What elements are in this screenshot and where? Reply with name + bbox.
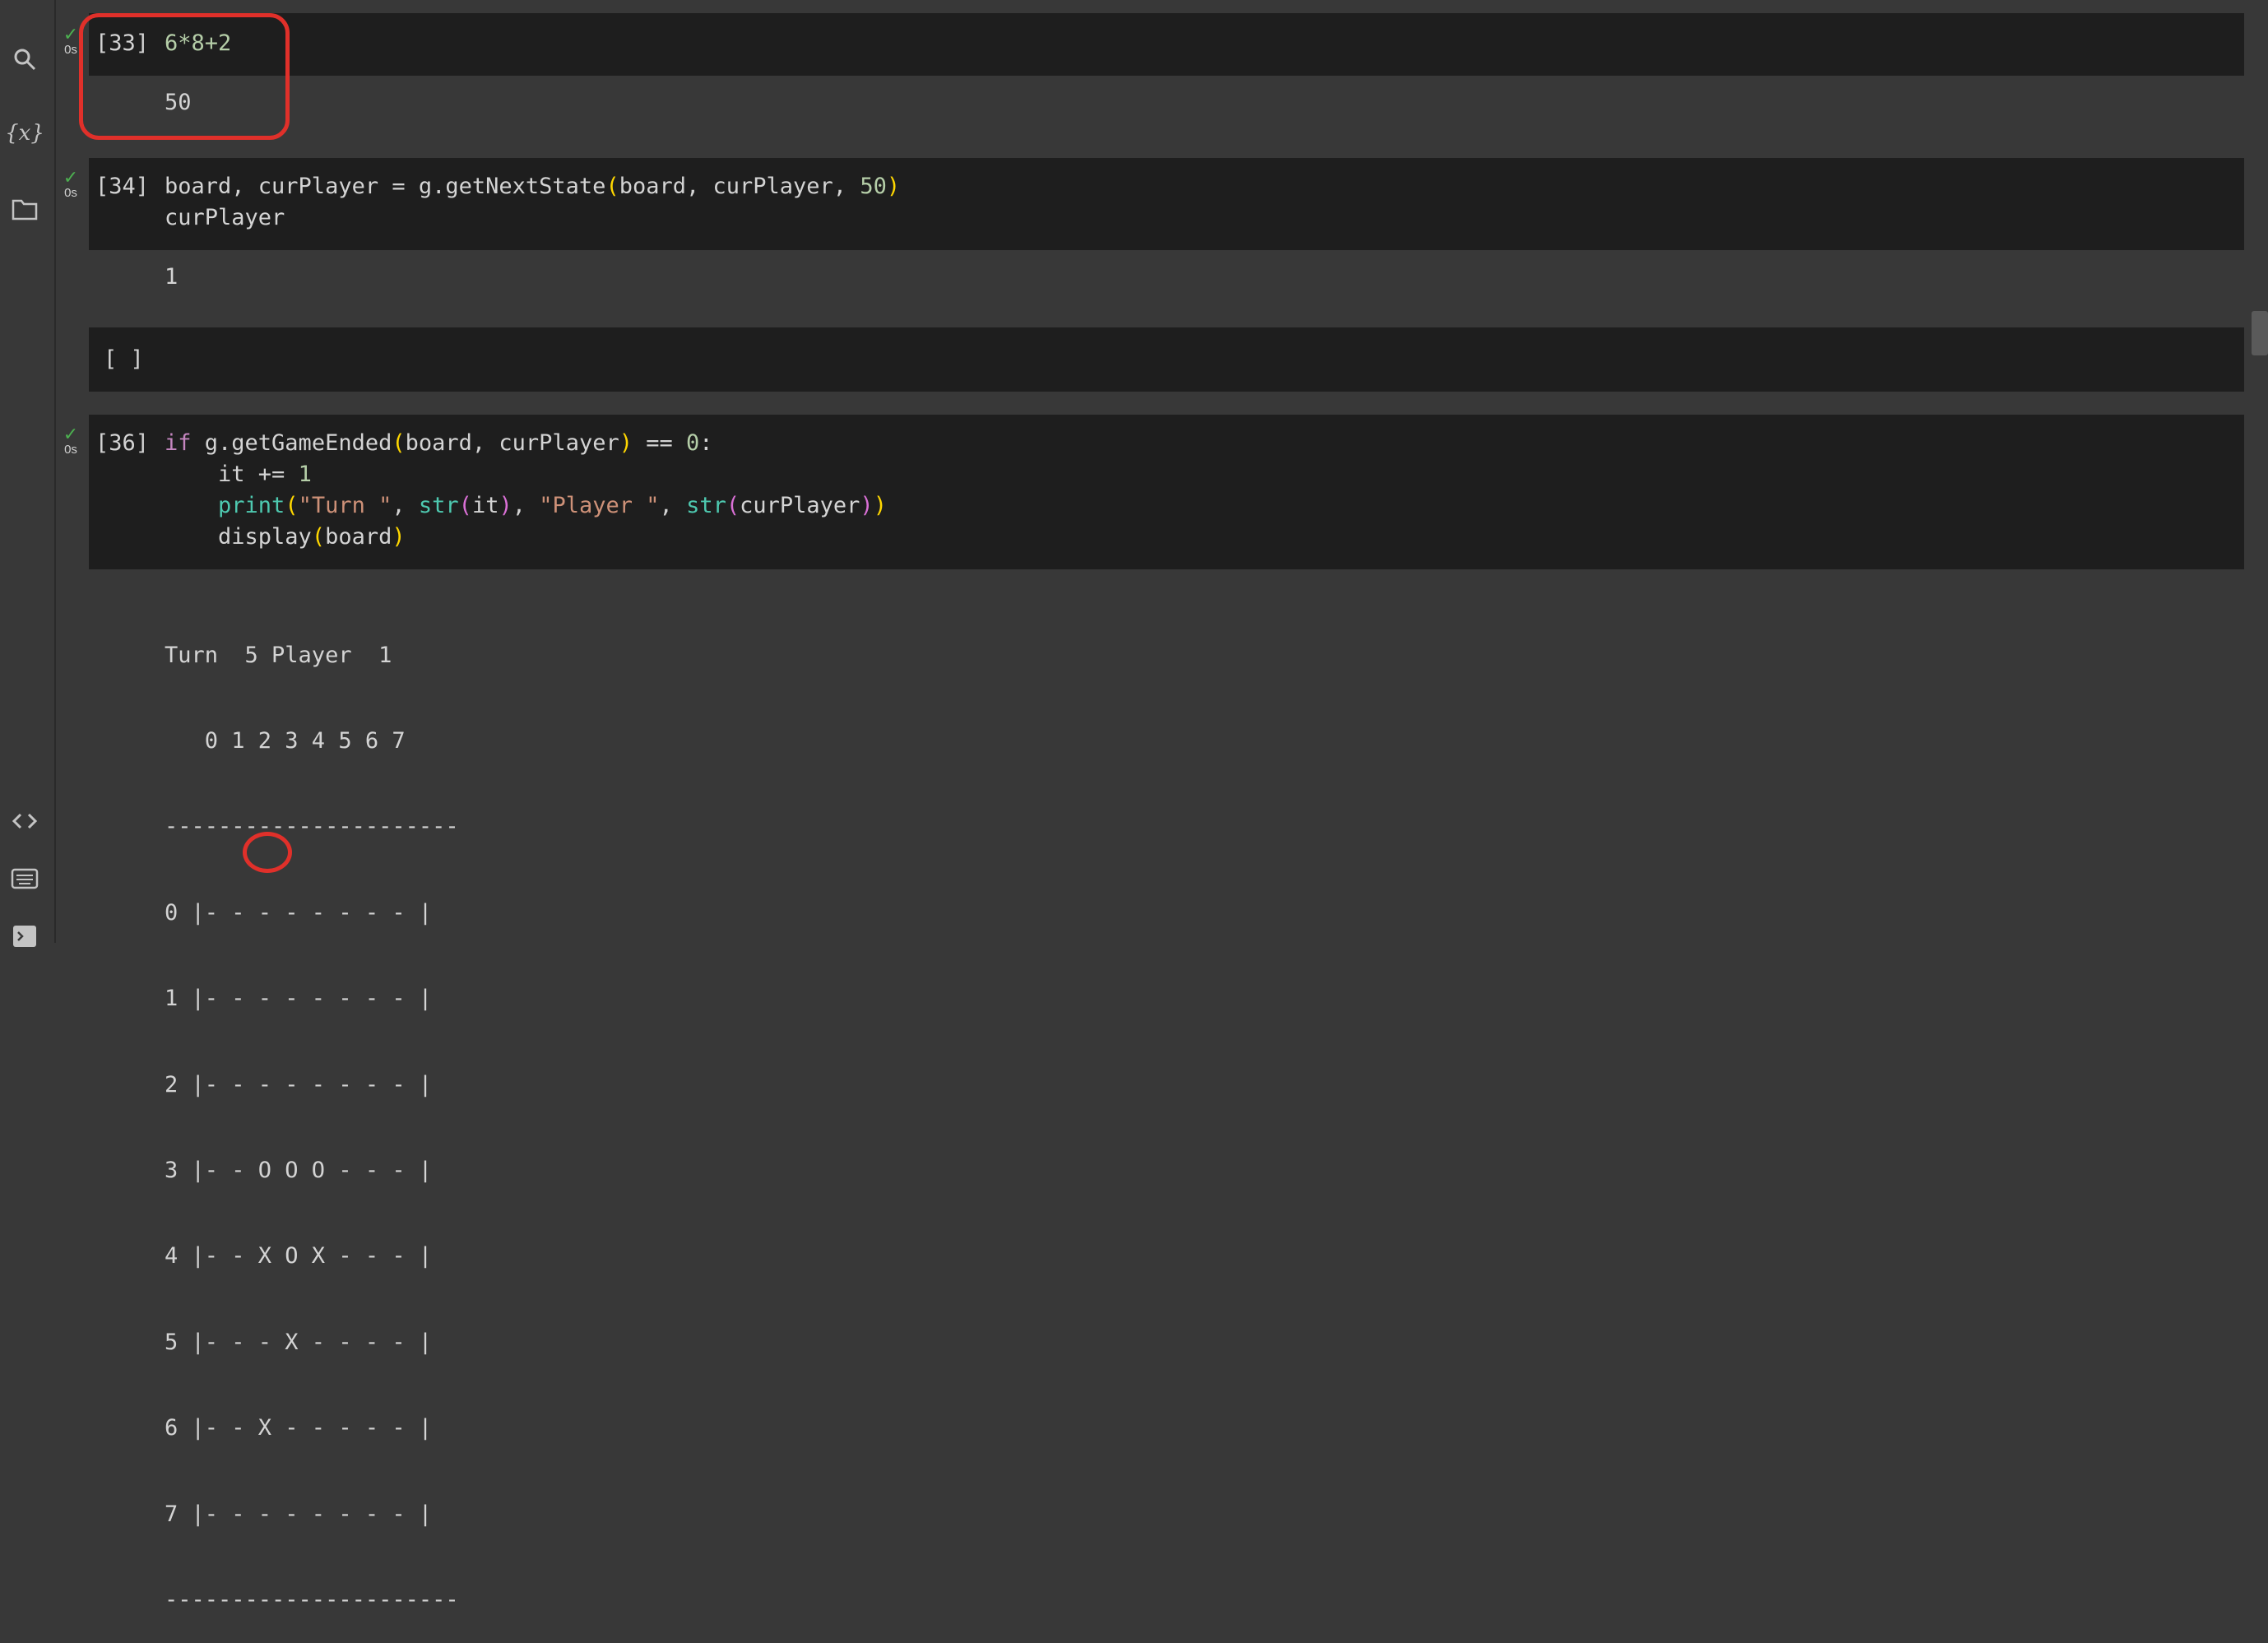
empty-code-cell[interactable]: [ ] xyxy=(89,327,2244,392)
code-token: ) xyxy=(873,493,887,518)
search-icon[interactable] xyxy=(7,41,43,77)
check-icon: ✓ xyxy=(63,424,79,444)
output-line: 3 |- - O O O - - - | xyxy=(165,1157,433,1183)
board-output: Turn 5 Player 1 0 1 2 3 4 5 6 7 --------… xyxy=(165,584,459,1643)
code-token: if xyxy=(165,430,192,456)
cell-prompt[interactable]: [34] xyxy=(95,171,149,202)
cell-output: 1 xyxy=(165,264,179,290)
code-line: display(board) xyxy=(165,522,406,553)
code-token: "Turn " xyxy=(298,493,392,518)
code-token: ) xyxy=(619,430,633,456)
code-token: print xyxy=(165,493,285,518)
code-token: == xyxy=(632,430,687,456)
output-line: 5 |- - - X - - - - | xyxy=(165,1329,433,1355)
highlight-annotation xyxy=(79,13,290,140)
scrollbar-thumb[interactable] xyxy=(2252,311,2268,355)
variables-icon[interactable]: {x} xyxy=(5,115,44,151)
code-token: , xyxy=(659,493,687,518)
code-token: ) xyxy=(499,493,513,518)
run-cell-button[interactable]: [ ] xyxy=(104,344,144,375)
code-token: ( xyxy=(726,493,740,518)
code-token: 0 xyxy=(686,430,700,456)
code-snippets-icon[interactable] xyxy=(7,803,43,839)
circle-annotation xyxy=(243,832,292,873)
code-token: ) xyxy=(860,493,874,518)
check-icon: ✓ xyxy=(63,167,79,188)
code-token: board, curPlayer = g.getNextState xyxy=(165,174,606,199)
code-cell[interactable]: [34] board, curPlayer = g.getNextState(b… xyxy=(89,158,2244,250)
code-token: 50 xyxy=(860,174,887,199)
code-token: it += xyxy=(165,462,299,487)
code-line: if g.getGameEnded(board, curPlayer) == 0… xyxy=(165,428,713,459)
code-line: it += 1 xyxy=(165,459,312,490)
output-line: 0 |- - - - - - - - | xyxy=(165,899,433,926)
code-line: print("Turn ", str(it), "Player ", str(c… xyxy=(165,490,887,522)
folder-icon[interactable] xyxy=(7,191,43,227)
code-token: ( xyxy=(311,524,326,550)
code-token: , xyxy=(512,493,540,518)
output-line: ---------------------- xyxy=(165,814,459,840)
code-token: board xyxy=(325,524,392,550)
left-sidebar: {x} xyxy=(0,0,56,947)
output-line: 7 |- - - - - - - - | xyxy=(165,1501,433,1527)
code-token: ( xyxy=(458,493,472,518)
run-time: 0s xyxy=(64,43,77,57)
code-token: str xyxy=(418,493,459,518)
cell-prompt[interactable]: [36] xyxy=(95,428,149,459)
code-token: ( xyxy=(605,174,619,199)
code-token: , xyxy=(392,493,419,518)
run-time: 0s xyxy=(64,443,77,457)
code-token: board, curPlayer, xyxy=(619,174,860,199)
run-time: 0s xyxy=(64,186,77,200)
code-line: curPlayer xyxy=(165,205,285,230)
code-token: ) xyxy=(392,524,406,550)
output-line: 4 |- - X O X - - - | xyxy=(165,1243,433,1269)
code-token: board, curPlayer xyxy=(405,430,619,456)
code-token: ( xyxy=(285,493,299,518)
code-token: g.getGameEnded xyxy=(191,430,392,456)
code-token: 1 xyxy=(298,462,312,487)
code-token: display xyxy=(165,524,312,550)
output-line: Turn 5 Player 1 xyxy=(165,642,392,668)
output-line: ---------------------- xyxy=(165,1586,459,1613)
code-cell[interactable]: [36] if g.getGameEnded(board, curPlayer)… xyxy=(89,415,2244,569)
output-line: 0 1 2 3 4 5 6 7 xyxy=(165,727,406,754)
cell-status: ✓ 0s xyxy=(59,167,82,201)
output-line: 6 |- - X - - - - - | xyxy=(165,1415,433,1441)
code-token: : xyxy=(699,430,713,456)
code-token: curPlayer xyxy=(740,493,860,518)
code-token: ) xyxy=(886,174,901,199)
code-token: it xyxy=(471,493,499,518)
code-line: board, curPlayer = g.getNextState(board,… xyxy=(165,171,900,202)
cell-status: ✓ 0s xyxy=(59,424,82,457)
output-line: 2 |- - - - - - - - | xyxy=(165,1071,433,1098)
command-palette-icon[interactable] xyxy=(7,861,43,897)
code-token: ( xyxy=(392,430,406,456)
code-cell[interactable]: [33] 6*8+2 xyxy=(89,13,2244,76)
output-line: 1 |- - - - - - - - | xyxy=(165,986,433,1012)
code-token: str xyxy=(686,493,726,518)
code-token: "Player " xyxy=(539,493,660,518)
terminal-icon[interactable] xyxy=(7,918,43,954)
